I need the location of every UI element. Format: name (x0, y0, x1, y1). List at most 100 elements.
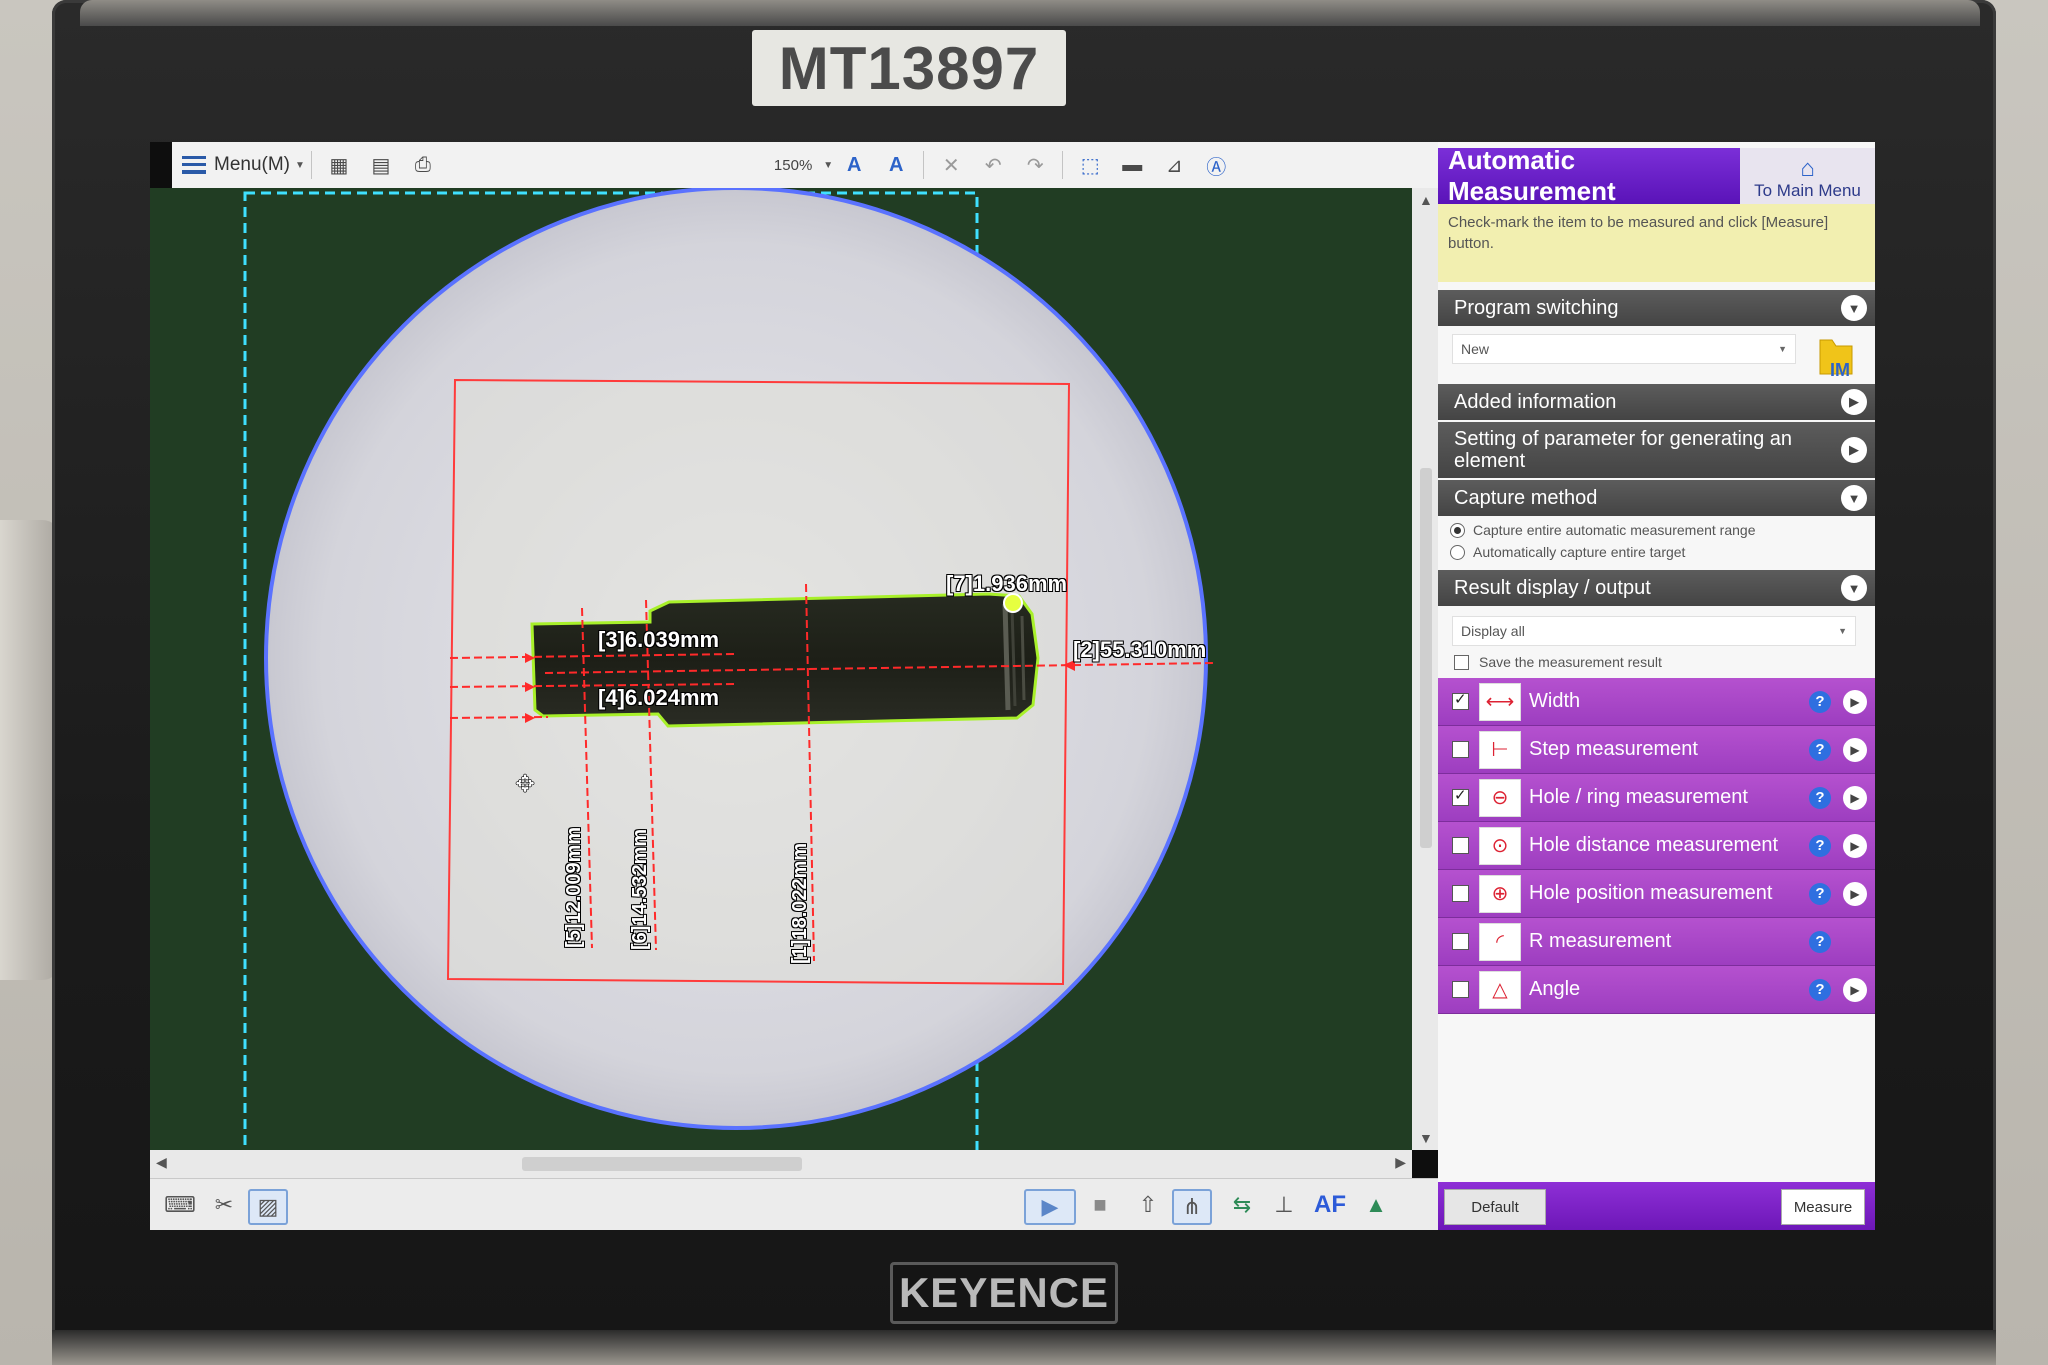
section-capture-method[interactable]: Capture method ▼ (1438, 480, 1875, 516)
checkbox[interactable] (1452, 741, 1469, 758)
play-icon[interactable]: ▶ (1024, 1189, 1076, 1225)
measurement-viewer[interactable]: ✥ [7]1.936mm [2]55.310mm [3]6.039mm [4]6… (150, 188, 1412, 1150)
section-label: Capture method (1454, 486, 1598, 509)
scissors-icon[interactable]: ✂ (206, 1189, 242, 1221)
text-annotation-icon[interactable]: Ⓐ (1201, 150, 1231, 180)
section-parameter-setting[interactable]: Setting of parameter for generating an e… (1438, 422, 1875, 478)
zoom-in-text-icon[interactable]: A (839, 150, 869, 180)
capture-option-entire-range[interactable]: Capture entire automatic measurement ran… (1450, 522, 1755, 538)
measurement-label-3[interactable]: [3]6.039mm (598, 627, 719, 653)
help-icon[interactable]: ? (1809, 930, 1831, 953)
chevron-right-icon[interactable]: ▶ (1843, 737, 1867, 762)
zoom-level[interactable]: 150% (774, 157, 812, 174)
scroll-up-icon[interactable]: ▲ (1419, 192, 1433, 208)
help-icon[interactable]: ? (1809, 738, 1831, 761)
checkbox[interactable] (1454, 654, 1469, 670)
top-toolbar: Menu(M) ▼ ▦ ▤ ⎙ 150% ▼ A A ✕ ↶ ↷ ⬚ ▬ ⊿ Ⓐ (172, 142, 1442, 189)
checkbox[interactable] (1452, 786, 1469, 806)
chevron-right-icon[interactable]: ▶ (1843, 977, 1867, 1002)
redo-icon[interactable]: ↷ (1020, 150, 1050, 180)
automatic-measurement-panel: Automatic Measurement ⌂ To Main Menu Che… (1438, 142, 1875, 1230)
instructions-text: Check-mark the item to be measured and c… (1438, 204, 1875, 282)
measure-button[interactable]: Measure (1781, 1189, 1865, 1225)
measurement-item-step[interactable]: ⊢ Step measurement ? ▶ (1438, 726, 1875, 774)
checkbox[interactable] (1452, 933, 1469, 950)
help-icon[interactable]: ? (1809, 834, 1831, 857)
measurement-item-width[interactable]: ⟷ Width ? ▶ (1438, 678, 1875, 726)
scroll-down-icon[interactable]: ▼ (1419, 1130, 1433, 1146)
default-button[interactable]: Default (1444, 1189, 1546, 1225)
image-memory-icon[interactable]: ▦ (324, 150, 354, 180)
stage-height-icon[interactable]: ⇧ (1130, 1189, 1166, 1221)
align-horizontal-icon[interactable]: ⇆ (1224, 1189, 1260, 1221)
checkbox[interactable] (1452, 690, 1469, 710)
multi-capture-icon[interactable]: ⋔ (1172, 1189, 1212, 1225)
zoom-out-text-icon[interactable]: A (881, 150, 911, 180)
hole-distance-icon: ⊙ (1479, 826, 1521, 865)
part-highlight-ridge (1002, 603, 1011, 711)
section-program-switching[interactable]: Program switching ▼ (1438, 290, 1875, 326)
item-label: Angle (1529, 978, 1581, 1000)
to-main-menu-button[interactable]: ⌂ To Main Menu (1740, 148, 1875, 204)
fill-color-icon[interactable]: ▬ (1117, 150, 1147, 180)
measurement-item-hole-ring[interactable]: ⊖ Hole / ring measurement ? ▶ (1438, 774, 1875, 822)
stop-icon[interactable]: ■ (1082, 1189, 1118, 1221)
measurement-label-5[interactable]: [5]12.009mm (563, 827, 586, 948)
section-result-display[interactable]: Result display / output ▼ (1438, 570, 1875, 606)
checkbox[interactable] (1452, 837, 1469, 854)
scrollbar-thumb[interactable] (522, 1157, 802, 1171)
checkbox[interactable] (1452, 981, 1469, 998)
viewer-horizontal-scrollbar[interactable]: ◀ ▶ (150, 1150, 1412, 1178)
report-icon[interactable]: ▤ (366, 150, 396, 180)
zoom-dropdown-icon[interactable]: ▼ (823, 160, 833, 171)
program-select[interactable]: New ▼ (1452, 334, 1796, 364)
measurement-item-angle[interactable]: △ Angle ? ▶ (1438, 966, 1875, 1014)
measurement-label-2[interactable]: [2]55.310mm (1073, 637, 1206, 663)
chevron-right-icon[interactable]: ▶ (1843, 689, 1867, 714)
help-icon[interactable]: ? (1809, 978, 1831, 1001)
illumination-icon[interactable]: ▲ (1358, 1189, 1394, 1221)
chevron-right-icon[interactable]: ▶ (1843, 785, 1867, 810)
home-icon: ⌂ (1800, 155, 1815, 182)
scroll-left-icon[interactable]: ◀ (156, 1154, 167, 1171)
section-label: Program switching (1454, 296, 1619, 319)
measurement-label-4[interactable]: [4]6.024mm (598, 685, 719, 711)
program-select-value: New (1461, 341, 1490, 357)
save-result-option[interactable]: Save the measurement result (1454, 654, 1662, 670)
autofocus-button[interactable]: AF (1312, 1189, 1348, 1221)
measurement-label-1[interactable]: [1]18.022mm (789, 843, 812, 964)
section-added-information[interactable]: Added information ▶ (1438, 384, 1875, 420)
measurement-item-hole-distance[interactable]: ⊙ Hole distance measurement ? ▶ (1438, 822, 1875, 870)
select-region-icon[interactable]: ⬚ (1075, 150, 1105, 180)
display-select[interactable]: Display all ▼ (1452, 616, 1856, 646)
capture-option-entire-target[interactable]: Automatically capture entire target (1450, 544, 1685, 560)
part-highlight-ridge (1020, 615, 1026, 701)
image-icon[interactable]: ▨ (248, 1189, 288, 1225)
help-icon[interactable]: ? (1809, 690, 1831, 713)
help-icon[interactable]: ? (1809, 786, 1831, 809)
scroll-right-icon[interactable]: ▶ (1395, 1154, 1406, 1171)
undo-icon[interactable]: ↶ (978, 150, 1008, 180)
measurement-label-7[interactable]: [7]1.936mm (946, 571, 1067, 597)
chevron-right-icon[interactable]: ▶ (1843, 833, 1867, 858)
chevron-down-icon: ▼ (1841, 295, 1867, 321)
menu-button[interactable]: Menu(M) ▼ (182, 154, 305, 176)
radio-button[interactable] (1450, 544, 1465, 560)
calibration-icon[interactable]: ⊿ (1159, 150, 1189, 180)
help-icon[interactable]: ? (1809, 882, 1831, 905)
chevron-down-icon: ▼ (1841, 485, 1867, 511)
measurement-item-hole-position[interactable]: ⊕ Hole position measurement ? ▶ (1438, 870, 1875, 918)
checkbox[interactable] (1452, 885, 1469, 902)
radio-button[interactable] (1450, 522, 1465, 538)
chevron-right-icon: ▶ (1841, 437, 1867, 463)
measurement-label-6[interactable]: [6]14.532mm (629, 829, 652, 950)
scrollbar-thumb[interactable] (1420, 468, 1432, 848)
measurement-item-r[interactable]: ◜ R measurement ? (1438, 918, 1875, 966)
focus-height-icon[interactable]: ⊥ (1266, 1189, 1302, 1221)
chevron-right-icon[interactable]: ▶ (1843, 881, 1867, 906)
keyboard-icon[interactable]: ⌨ (162, 1189, 198, 1221)
hamburger-icon (182, 156, 206, 174)
print-icon[interactable]: ⎙ (408, 150, 438, 180)
delete-icon[interactable]: ✕ (936, 150, 966, 180)
image-memory-folder-label: IM (1830, 360, 1850, 380)
